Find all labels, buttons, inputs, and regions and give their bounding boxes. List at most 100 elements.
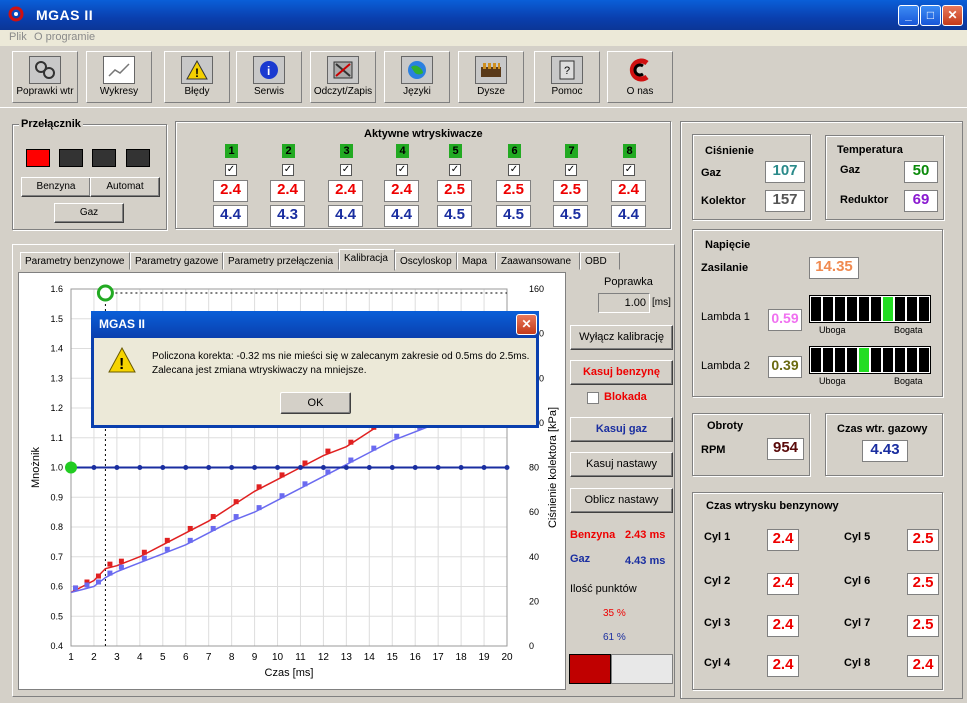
y-tick-label: 1.3 <box>50 373 63 383</box>
series-point <box>366 465 372 470</box>
series-point <box>141 555 147 561</box>
lambda1-bogata: Bogata <box>894 325 923 335</box>
pressure-gaz-value: 107 <box>765 161 805 183</box>
lambda2-label: Lambda 2 <box>701 360 750 372</box>
window-title: MGAS II <box>36 7 94 23</box>
injector-checkbox[interactable]: ✓ <box>623 164 635 176</box>
y-tick-label: 0.6 <box>50 582 63 592</box>
wylacz-kalibracje-button[interactable]: Wyłącz kalibrację <box>570 325 673 350</box>
series-point <box>435 465 441 470</box>
menu-about[interactable]: O programie <box>34 31 95 43</box>
maximize-button[interactable]: □ <box>920 5 941 26</box>
injector-checkbox[interactable]: ✓ <box>508 164 520 176</box>
injector-checkbox[interactable]: ✓ <box>340 164 352 176</box>
toolbar-button-serwis[interactable]: i Serwis <box>236 51 302 103</box>
series-point <box>348 439 354 445</box>
help-icon: ? <box>551 56 583 84</box>
toolbar-button-pomoc[interactable]: ? Pomoc <box>534 51 600 103</box>
lambda-segment <box>835 297 845 321</box>
series-point <box>206 465 212 470</box>
lambda1-label: Lambda 1 <box>701 311 750 323</box>
blokada-checkbox[interactable] <box>587 392 599 404</box>
y2-tick-label: 60 <box>529 507 539 517</box>
dialog-ok-button[interactable]: OK <box>280 392 351 414</box>
tab-parametry-benzynowe[interactable]: Parametry benzynowe <box>20 252 130 270</box>
lambda2-uboga: Uboga <box>819 376 846 386</box>
svg-text:!: ! <box>195 66 199 80</box>
lambda2-bar <box>809 346 931 374</box>
zasilanie-label: Zasilanie <box>701 262 749 274</box>
toolbar-button-dysze[interactable]: Dysze <box>458 51 524 103</box>
series-point <box>233 514 239 520</box>
poprawka-unit: [ms] <box>652 297 671 308</box>
automat-button[interactable]: Automat <box>90 177 160 197</box>
cylinder-value: 2.5 <box>907 573 939 595</box>
temperature-gaz-label: Gaz <box>840 164 861 176</box>
injector-gaz-value: 4.5 <box>496 205 531 227</box>
injector-gaz-value: 4.4 <box>328 205 363 227</box>
lambda-segment <box>847 297 857 321</box>
tab-obd[interactable]: OBD <box>580 252 620 270</box>
gaz-button[interactable]: Gaz <box>54 203 124 223</box>
lambda1-uboga: Uboga <box>819 325 846 335</box>
toolbar-button-bledy[interactable]: ! Błędy <box>164 51 230 103</box>
injector-number: 2 <box>282 144 295 158</box>
injector-checkbox[interactable]: ✓ <box>449 164 461 176</box>
cylinder-value: 2.4 <box>767 655 799 677</box>
toolbar: Poprawki wtr Wykresy ! Błędy i Serwis Od… <box>0 46 967 108</box>
injector-benzyna-value: 2.4 <box>611 180 646 202</box>
toolbar-button-odczyt-zapis[interactable]: Odczyt/Zapis <box>310 51 376 103</box>
x-tick-label: 6 <box>183 652 189 663</box>
y-tick-label: 1.1 <box>50 433 63 443</box>
series-point <box>187 525 193 531</box>
series-point <box>412 465 418 470</box>
x-tick-label: 16 <box>410 652 422 663</box>
y2-tick-label: 20 <box>529 596 539 606</box>
kasuj-gaz-button[interactable]: Kasuj gaz <box>570 417 673 442</box>
close-button[interactable]: ✕ <box>942 5 963 26</box>
injector-number: 4 <box>396 144 409 158</box>
pressure-title: Ciśnienie <box>705 145 754 157</box>
injector-checkbox[interactable]: ✓ <box>282 164 294 176</box>
svg-text:i: i <box>267 64 270 78</box>
tools-icon <box>29 56 61 84</box>
injector-checkbox[interactable]: ✓ <box>565 164 577 176</box>
kasuj-nastawy-button[interactable]: Kasuj nastawy <box>570 452 673 477</box>
kasuj-benzyne-button[interactable]: Kasuj benzynę <box>570 360 673 385</box>
series-point <box>325 469 331 475</box>
warning-icon: ! <box>181 56 213 84</box>
lambda-segment <box>883 348 893 372</box>
toolbar-button-wykresy[interactable]: Wykresy <box>86 51 152 103</box>
tab-kalibracja[interactable]: Kalibracja <box>339 249 395 271</box>
toolbar-button-jezyki[interactable]: Języki <box>384 51 450 103</box>
cylinder-label: Cyl 7 <box>844 617 871 629</box>
injector-benzyna-value: 2.5 <box>437 180 472 202</box>
oblicz-nastawy-button[interactable]: Oblicz nastawy <box>570 488 673 513</box>
series-point <box>394 433 400 439</box>
benzyna-button[interactable]: Benzyna <box>21 177 91 197</box>
tab-parametry-gazowe[interactable]: Parametry gazowe <box>130 252 223 270</box>
toolbar-button-o-nas[interactable]: O nas <box>607 51 673 103</box>
injector-gaz-value: 4.4 <box>611 205 646 227</box>
lambda1-value: 0.59 <box>768 309 802 331</box>
injector-checkbox[interactable]: ✓ <box>225 164 237 176</box>
series-point <box>95 573 101 579</box>
injector-gaz-value: 4.5 <box>553 205 588 227</box>
injector-checkbox[interactable]: ✓ <box>396 164 408 176</box>
injector-gaz-value: 4.4 <box>384 205 419 227</box>
injector-benzyna-value: 2.4 <box>384 180 419 202</box>
tab-mapa[interactable]: Mapa <box>457 252 496 270</box>
dialog-close-button[interactable]: ✕ <box>516 314 537 335</box>
poprawka-field[interactable]: 1.00 <box>598 293 650 313</box>
tab-parametry-przelaczenia[interactable]: Parametry przełączenia <box>223 252 339 270</box>
minimize-button[interactable]: _ <box>898 5 919 26</box>
tab-oscyloskop[interactable]: Oscyloskop <box>395 252 457 270</box>
tab-zaawansowane[interactable]: Zaawansowane <box>496 252 580 270</box>
y-tick-label: 0.9 <box>50 492 63 502</box>
menu-file[interactable]: Plik <box>9 31 27 43</box>
temperature-gaz-value: 50 <box>904 161 938 183</box>
y2-tick-label: 40 <box>529 552 539 562</box>
series-point <box>481 465 487 470</box>
toolbar-button-poprawki[interactable]: Poprawki wtr <box>12 51 78 103</box>
rpm-value: 954 <box>767 438 804 460</box>
